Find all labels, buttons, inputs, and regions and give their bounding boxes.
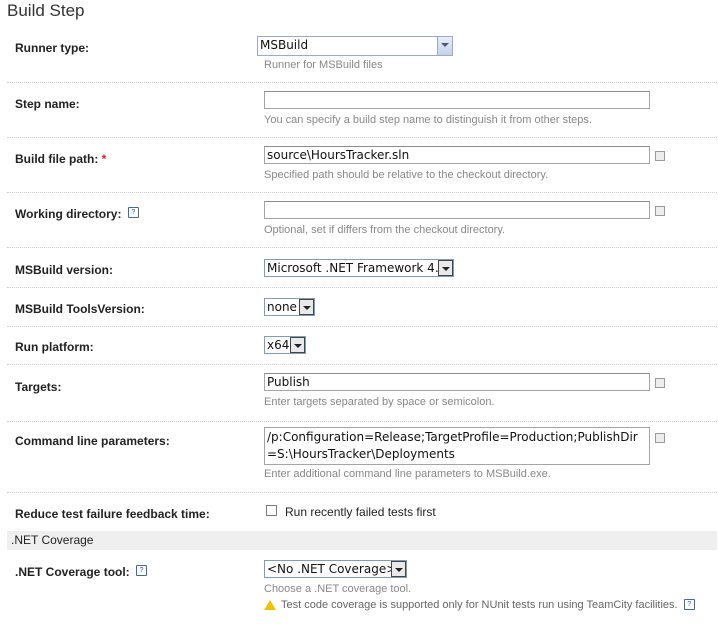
coverage-tool-note: Choose a .NET coverage tool. [264,583,412,595]
command-line-label: Command line parameters: [15,434,170,448]
chevron-down-icon[interactable] [438,260,453,276]
row-working-directory: Working directory: ? Optional, set if di… [7,192,717,248]
build-file-path-note: Specified path should be relative to the… [264,169,549,181]
row-build-file-path: Build file path: * source\HoursTracker.s… [7,137,717,193]
msbuild-toolsversion-value: none [267,300,297,314]
help-icon[interactable]: ? [683,599,695,610]
working-directory-label-text: Working directory: [15,207,122,221]
command-line-note: Enter additional command line parameters… [264,468,551,480]
row-runner-type: Runner type: MSBuild Runner for MSBuild … [7,27,717,83]
coverage-tool-value: <No .NET Coverage> [267,562,397,576]
step-name-input[interactable] [264,91,650,109]
section-header-coverage: .NET Coverage [7,531,717,550]
row-targets: Targets: Publish Enter targets separated… [7,364,717,422]
row-command-line: Command line parameters: /p:Configuratio… [7,421,717,493]
build-file-path-label: Build file path: * [15,152,106,166]
runner-type-value: MSBuild [260,38,309,52]
msbuild-version-select[interactable]: Microsoft .NET Framework 4.0 [264,259,454,277]
msbuild-toolsversion-label: MSBuild ToolsVersion: [15,302,145,316]
working-directory-note: Optional, set if differs from the checko… [264,224,506,236]
msbuild-version-label: MSBuild version: [15,263,114,277]
chevron-down-icon[interactable] [437,37,452,55]
runner-type-select[interactable]: MSBuild [257,36,453,56]
msbuild-toolsversion-select[interactable]: none [264,298,315,316]
page-title: Build Step [7,1,85,20]
chevron-down-icon[interactable] [299,299,314,315]
msbuild-version-value: Microsoft .NET Framework 4.0 [267,261,447,275]
required-marker: * [101,152,107,166]
vcs-tree-button[interactable] [655,206,665,216]
coverage-tool-select[interactable]: <No .NET Coverage> [264,560,407,578]
targets-label: Targets: [15,380,62,394]
step-name-label: Step name: [15,97,80,111]
row-run-platform: Run platform: x64 [7,326,717,365]
coverage-warning-text: Test code coverage is supported only for… [281,599,678,611]
step-name-note: You can specify a build step name to dis… [264,114,592,126]
build-file-path-input[interactable]: source\HoursTracker.sln [264,146,650,164]
working-directory-label: Working directory: ? [15,207,139,221]
row-step-name: Step name: You can specify a build step … [7,82,717,138]
row-reduce-feedback: Reduce test failure feedback time: Run r… [7,492,717,531]
chevron-down-icon[interactable] [290,337,305,353]
reduce-feedback-checkbox-label[interactable]: Run recently failed tests first [285,505,436,519]
run-platform-label: Run platform: [15,340,94,354]
coverage-warning: Test code coverage is supported only for… [264,599,695,611]
run-platform-value: x64 [267,338,290,352]
command-line-input[interactable]: /p:Configuration=Release;TargetProfile=P… [264,427,650,465]
runner-type-note: Runner for MSBuild files [264,59,383,71]
chevron-down-icon[interactable] [391,561,406,577]
runner-type-label: Runner type: [15,41,90,55]
run-platform-select[interactable]: x64 [264,336,306,354]
row-msbuild-version: MSBuild version: Microsoft .NET Framewor… [7,247,717,288]
row-msbuild-toolsversion: MSBuild ToolsVersion: none [7,287,717,327]
expand-editor-button[interactable] [655,378,665,388]
coverage-tool-label: .NET Coverage tool: ? [15,565,148,579]
coverage-tool-label-text: .NET Coverage tool: [15,565,130,579]
working-directory-input[interactable] [264,201,650,219]
warning-icon [264,600,276,611]
build-file-path-label-text: Build file path: [15,152,99,166]
help-icon[interactable]: ? [127,207,139,218]
row-coverage-tool: .NET Coverage tool: ? <No .NET Coverage>… [7,550,717,625]
expand-editor-button[interactable] [655,433,665,443]
targets-note: Enter targets separated by space or semi… [264,396,495,408]
help-icon[interactable]: ? [136,565,148,576]
vcs-tree-button[interactable] [655,151,665,161]
reduce-feedback-checkbox[interactable] [266,505,277,516]
targets-input[interactable]: Publish [264,373,650,391]
reduce-feedback-label: Reduce test failure feedback time: [15,507,210,521]
